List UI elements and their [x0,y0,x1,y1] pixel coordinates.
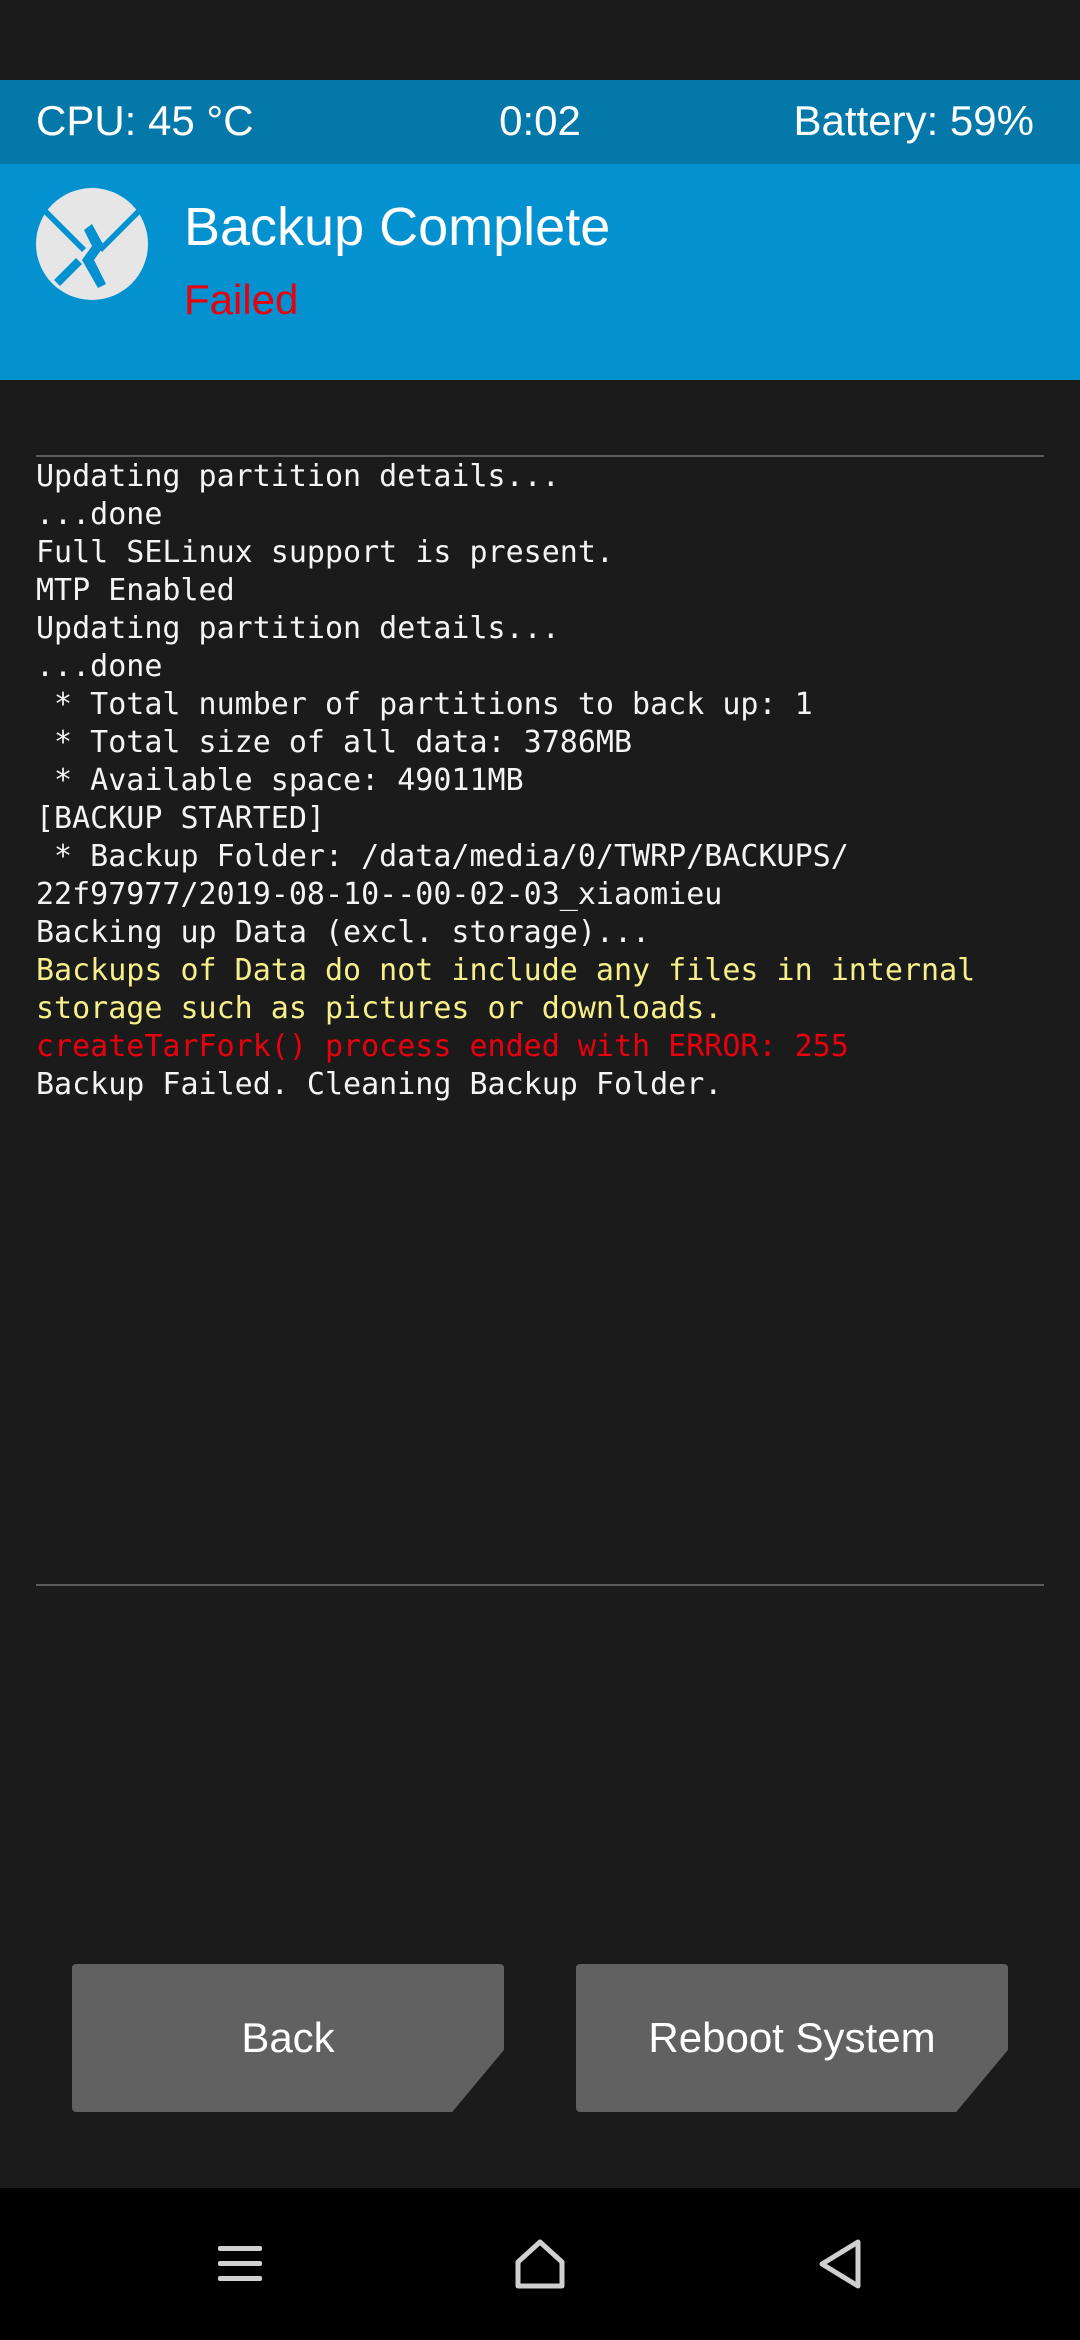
navigation-bar [0,2188,1080,2340]
back-triangle-icon[interactable] [808,2232,872,2296]
twrp-logo-icon [36,188,148,300]
status-subtitle: Failed [184,276,299,323]
console-line: ...done [36,497,163,532]
console-line: Updating partition details... [36,459,560,494]
console-line: MTP Enabled [36,573,235,608]
console-line: Backups of Data do not include any files… [36,953,976,988]
console-line: Backup Failed. Cleaning Backup Folder. [36,1067,723,1102]
console-line: [BACKUP STARTED] [36,801,325,836]
status-bar: CPU: 45 °C 0:02 Battery: 59% [0,80,1080,164]
back-button-label: Back [241,2014,335,2061]
console-line: 22f97977/2019-08-10--00-02-03_xiaomieu [36,877,723,912]
console-line: * Available space: 49011MB [36,763,524,798]
battery-level: Battery: 59% [793,97,1034,144]
console-log[interactable]: Updating partition details... ...done Full… [36,458,1046,1104]
console-bottom-divider [36,1584,1044,1586]
console-top-divider [36,455,1044,457]
console-line: ...done [36,649,163,684]
back-button[interactable]: Back [72,1964,504,2112]
console-line: Backing up Data (excl. storage)... [36,915,651,950]
console-line: * Total number of partitions to back up:… [36,687,813,722]
header: Backup Complete Failed [0,164,1080,380]
reboot-system-button-label: Reboot System [648,2014,936,2061]
console-line: Full SELinux support is present. [36,535,614,570]
menu-icon[interactable] [208,2232,272,2296]
console-line: * Total size of all data: 3786MB [36,725,633,760]
console-line: * Backup Folder: /data/media/0/TWRP/BACK… [36,839,849,874]
page-title: Backup Complete [184,197,611,257]
reboot-system-button[interactable]: Reboot System [576,1964,1008,2112]
console-line: createTarFork() process ended with ERROR… [36,1029,849,1064]
top-black-bar [0,0,1080,80]
console-line: storage such as pictures or downloads. [36,991,723,1026]
console-line: Updating partition details... [36,611,560,646]
home-icon[interactable] [508,2232,572,2296]
